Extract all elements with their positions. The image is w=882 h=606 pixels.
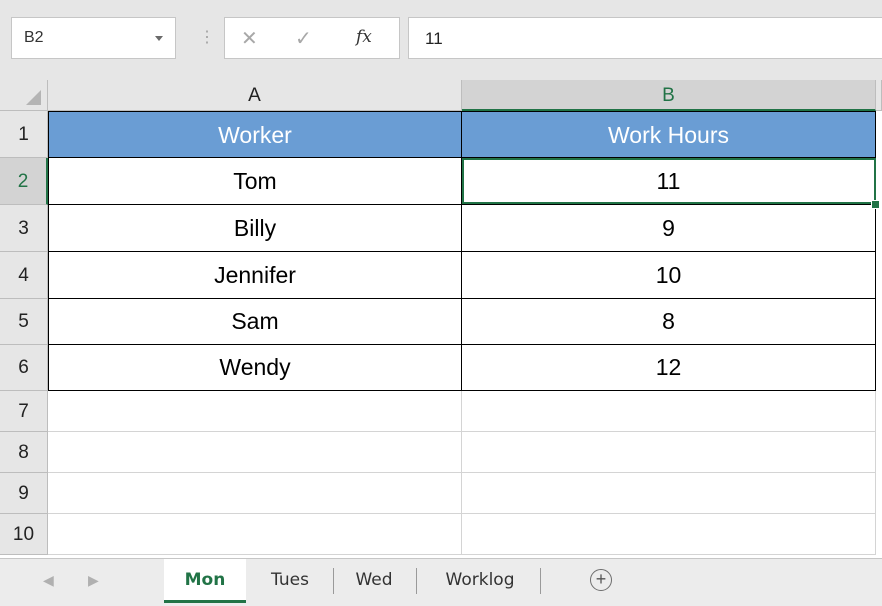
row-header-2[interactable]: 2 bbox=[0, 158, 48, 205]
formula-buttons: ✕ ✓ fx bbox=[224, 17, 400, 59]
row-header-8[interactable]: 8 bbox=[0, 432, 48, 473]
cell-b7[interactable] bbox=[462, 391, 876, 432]
cell-b3[interactable]: 9 bbox=[462, 205, 876, 252]
vertical-dots-icon[interactable]: ⋮ bbox=[199, 23, 215, 53]
cell-a9[interactable] bbox=[48, 473, 462, 514]
tab-separator bbox=[333, 568, 334, 594]
fill-handle[interactable] bbox=[871, 200, 880, 209]
column-header-b[interactable]: B bbox=[462, 80, 876, 111]
cell-a2[interactable]: Tom bbox=[48, 158, 462, 205]
cell-b2[interactable]: 11 bbox=[462, 158, 876, 205]
formula-input-value: 11 bbox=[425, 29, 443, 48]
row-header-3[interactable]: 3 bbox=[0, 205, 48, 252]
cell-a3[interactable]: Billy bbox=[48, 205, 462, 252]
cell-a1[interactable]: Worker bbox=[48, 111, 462, 158]
name-box[interactable]: B2 bbox=[11, 17, 176, 59]
tab-separator bbox=[540, 568, 541, 594]
spreadsheet-grid: A B 1 Worker Work Hours 2 Tom 11 3 Billy 9 4 Jenni… bbox=[0, 80, 882, 558]
insert-function-icon[interactable]: fx bbox=[356, 27, 372, 47]
cell-b8[interactable] bbox=[462, 432, 876, 473]
cell-b5[interactable]: 8 bbox=[462, 299, 876, 345]
sheet-tab-bar: ◀ ▶ Mon Tues Wed Worklog + bbox=[0, 558, 882, 606]
cell-a5[interactable]: Sam bbox=[48, 299, 462, 345]
cell-a4[interactable]: Jennifer bbox=[48, 252, 462, 299]
tab-tues[interactable]: Tues bbox=[252, 559, 328, 603]
tab-mon[interactable]: Mon bbox=[164, 559, 246, 603]
select-all-icon bbox=[26, 90, 41, 105]
column-header-c[interactable] bbox=[876, 80, 882, 111]
prev-sheet-icon[interactable]: ◀ bbox=[43, 572, 54, 589]
select-all-corner[interactable] bbox=[0, 80, 48, 111]
row-header-4[interactable]: 4 bbox=[0, 252, 48, 299]
row-header-5[interactable]: 5 bbox=[0, 299, 48, 345]
next-sheet-icon[interactable]: ▶ bbox=[88, 572, 99, 589]
name-box-value: B2 bbox=[24, 29, 44, 46]
cell-a7[interactable] bbox=[48, 391, 462, 432]
row-header-10[interactable]: 10 bbox=[0, 514, 48, 555]
cell-a8[interactable] bbox=[48, 432, 462, 473]
row-header-6[interactable]: 6 bbox=[0, 345, 48, 391]
enter-icon[interactable]: ✓ bbox=[295, 26, 312, 51]
row-header-1[interactable]: 1 bbox=[0, 111, 48, 158]
tab-separator bbox=[416, 568, 417, 594]
tab-worklog[interactable]: Worklog bbox=[420, 559, 540, 603]
cell-b9[interactable] bbox=[462, 473, 876, 514]
chevron-down-icon[interactable] bbox=[155, 36, 163, 41]
row-header-9[interactable]: 9 bbox=[0, 473, 48, 514]
cell-b6[interactable]: 12 bbox=[462, 345, 876, 391]
cell-b10[interactable] bbox=[462, 514, 876, 555]
formula-input[interactable]: 11 bbox=[408, 17, 882, 59]
row-header-7[interactable]: 7 bbox=[0, 391, 48, 432]
formula-bar: B2 ⋮ ✕ ✓ fx 11 bbox=[0, 0, 882, 80]
add-sheet-icon[interactable]: + bbox=[590, 569, 612, 591]
cancel-icon[interactable]: ✕ bbox=[241, 26, 258, 51]
tab-wed[interactable]: Wed bbox=[336, 559, 412, 603]
column-header-a[interactable]: A bbox=[48, 80, 462, 111]
cell-a10[interactable] bbox=[48, 514, 462, 555]
cell-a6[interactable]: Wendy bbox=[48, 345, 462, 391]
cell-b4[interactable]: 10 bbox=[462, 252, 876, 299]
cell-b1[interactable]: Work Hours bbox=[462, 111, 876, 158]
